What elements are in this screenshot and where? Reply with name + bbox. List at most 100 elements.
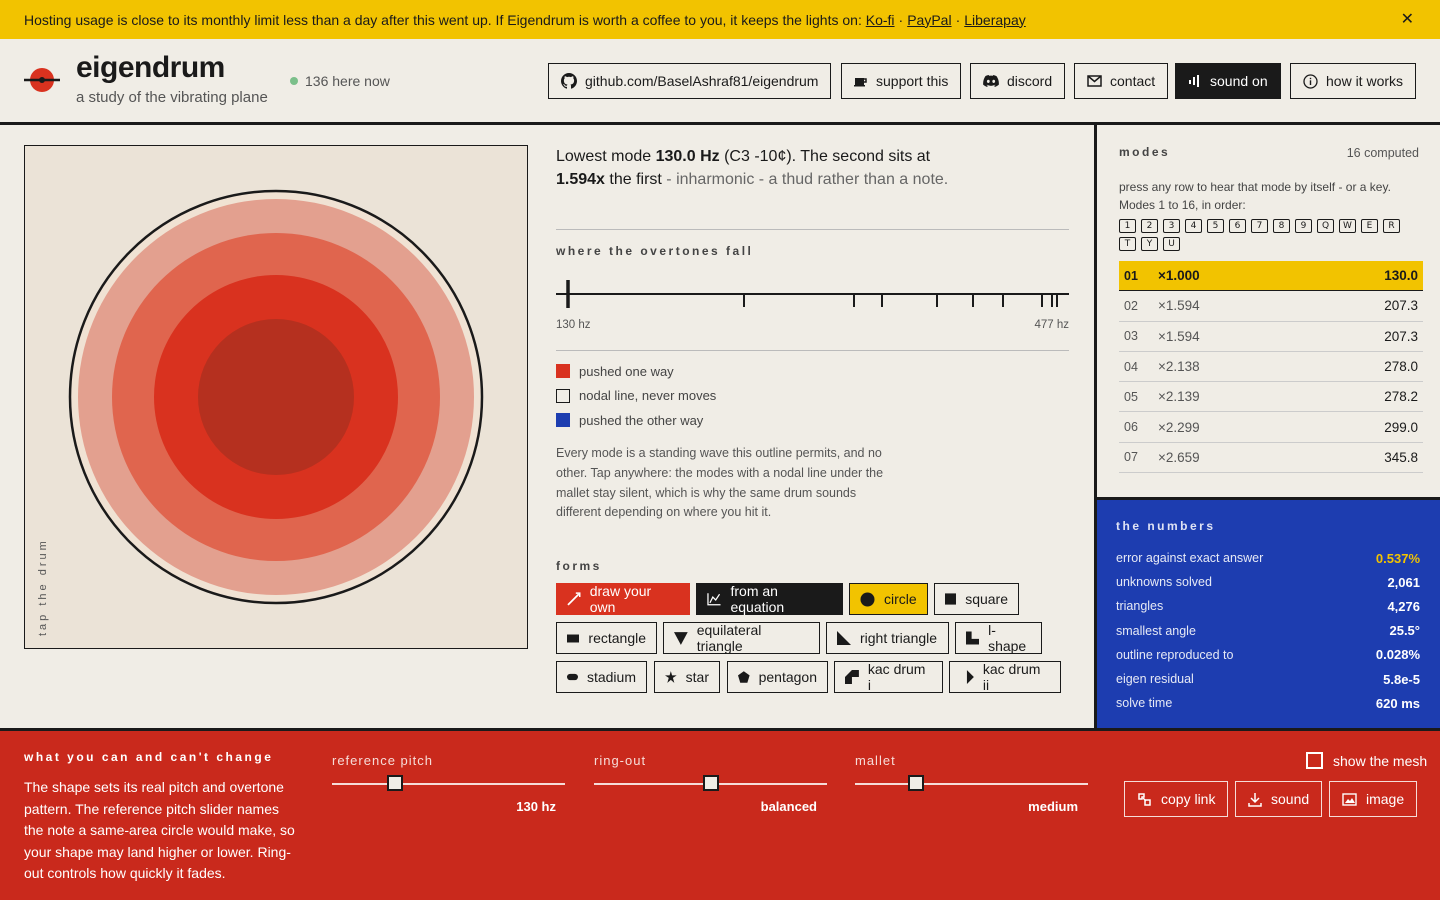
mode-key[interactable]: 8 (1273, 219, 1290, 233)
kofi-link[interactable]: Ko-fi (866, 12, 895, 28)
pentagon-shape-button[interactable]: pentagon (727, 661, 828, 693)
legend-item: nodal line, never moves (556, 384, 716, 409)
discord-button[interactable]: discord (970, 63, 1066, 99)
mode-key[interactable]: Y (1141, 237, 1158, 251)
ringout-slider-label: ring-out (594, 753, 647, 768)
draw-your-own-button[interactable]: draw your own (556, 583, 690, 615)
support-label: support this (876, 73, 949, 89)
circle-shape-button[interactable]: circle (849, 583, 928, 615)
mode-row[interactable]: 06 ×2.299 299.0 (1119, 412, 1423, 443)
summary-line2a: the first (604, 171, 662, 188)
mode-row[interactable]: 01 ×1.000 130.0 (1119, 261, 1423, 292)
l-shape-icon (966, 631, 980, 645)
mode-key[interactable]: E (1361, 219, 1378, 233)
mesh-checkbox[interactable] (1306, 752, 1323, 769)
kac-drum-i-button[interactable]: kac drum i (834, 661, 943, 693)
stat-label: smallest angle (1116, 623, 1196, 638)
stat-row: error against exact answer 0.537% (1116, 546, 1420, 570)
stat-label: solve time (1116, 696, 1173, 711)
equilateral-triangle-button[interactable]: equilateral triangle (663, 622, 820, 654)
stat-label: error against exact answer (1116, 551, 1264, 566)
mode-key[interactable]: T (1119, 237, 1136, 251)
mode-key[interactable]: R (1383, 219, 1400, 233)
pitch-slider-thumb[interactable] (386, 775, 403, 791)
mode-key[interactable]: W (1339, 219, 1356, 233)
modes-hint: press any row to hear that mode by itsel… (1119, 180, 1391, 212)
stat-row: outline reproduced to 0.028% (1116, 643, 1420, 667)
download-sound-button[interactable]: sound (1235, 781, 1323, 817)
github-button[interactable]: github.com/BaselAshraf81/eigendrum (548, 63, 832, 99)
paypal-link[interactable]: PayPal (907, 12, 951, 28)
l-shape-button[interactable]: l-shape (955, 622, 1042, 654)
stat-value: 0.028% (1375, 647, 1420, 663)
mode-frequency: 278.2 (1384, 389, 1418, 405)
overtone-ruler (556, 280, 1069, 308)
how-it-works-button[interactable]: how it works (1290, 63, 1417, 99)
form-label: rectangle (588, 630, 646, 646)
mode-key[interactable]: 9 (1295, 219, 1312, 233)
mallet-slider-thumb[interactable] (907, 775, 924, 791)
mode-key[interactable]: 6 (1229, 219, 1246, 233)
form-label: circle (884, 591, 917, 607)
liberapay-link[interactable]: Liberapay (964, 12, 1026, 28)
second-ratio: 1.594x (556, 171, 605, 188)
mode-row[interactable]: 02 ×1.594 207.3 (1119, 291, 1423, 322)
mallet-slider[interactable] (855, 783, 1088, 785)
legend-swatch (556, 364, 570, 379)
sound-download-label: sound (1271, 791, 1310, 807)
from-equation-button[interactable]: from an equation (696, 583, 843, 615)
stat-row: triangles 4,276 (1116, 594, 1420, 618)
stat-label: unknowns solved (1116, 575, 1212, 590)
mode-key[interactable]: 5 (1207, 219, 1224, 233)
online-dot-icon (290, 77, 298, 85)
square-shape-button[interactable]: square (934, 583, 1019, 615)
pitch-slider[interactable] (332, 783, 565, 785)
mode-key[interactable]: 3 (1163, 219, 1180, 233)
copy-link-button[interactable]: copy link (1124, 781, 1229, 817)
summary-text: Lowest mode 130.0 Hz (C3 -10¢). The seco… (556, 145, 1070, 191)
controls-title: what you can and can't change (24, 750, 274, 764)
coffee-icon (854, 78, 867, 87)
mode-row[interactable]: 05 ×2.139 278.2 (1119, 382, 1423, 413)
drum-canvas[interactable]: tap the drum (24, 145, 528, 649)
mode-number: 06 (1124, 420, 1138, 435)
legend-label: pushed one way (579, 363, 674, 379)
mallet-value: medium (1028, 799, 1078, 814)
close-icon[interactable]: ✕ (1401, 9, 1414, 29)
kac-drum-ii-button[interactable]: kac drum ii (949, 661, 1061, 693)
separator: · (898, 11, 904, 28)
support-button[interactable]: support this (841, 63, 962, 99)
mode-row[interactable]: 07 ×2.659 345.8 (1119, 443, 1423, 474)
mode-key[interactable]: Q (1317, 219, 1334, 233)
mode-ratio: ×1.594 (1158, 328, 1200, 344)
triangle-shape-icon (674, 631, 688, 645)
rectangle-shape-button[interactable]: rectangle (556, 622, 657, 654)
mode-key[interactable]: 2 (1141, 219, 1158, 233)
stat-label: eigen residual (1116, 672, 1194, 687)
mode-key[interactable]: 1 (1119, 219, 1136, 233)
mode-key[interactable]: 7 (1251, 219, 1268, 233)
modes-panel: modes 16 computed press any row to hear … (1094, 125, 1440, 498)
ruler-max-label: 477 hz (1034, 319, 1069, 331)
mode-ratio: ×1.594 (1158, 298, 1200, 314)
stadium-shape-button[interactable]: stadium (556, 661, 647, 693)
contact-button[interactable]: contact (1074, 63, 1169, 99)
star-shape-button[interactable]: star (654, 661, 720, 693)
stat-row: smallest angle 25.5° (1116, 619, 1420, 643)
discord-icon (983, 75, 999, 87)
form-label: equilateral triangle (696, 622, 762, 654)
stat-value: 4,276 (1387, 598, 1420, 614)
mode-row[interactable]: 03 ×1.594 207.3 (1119, 322, 1423, 352)
show-mesh-toggle[interactable]: show the mesh (1306, 752, 1427, 769)
mode-ratio: ×1.000 (1158, 268, 1200, 284)
mode-key[interactable]: 4 (1185, 219, 1202, 233)
right-triangle-button[interactable]: right triangle (826, 622, 949, 654)
mode-frequency: 207.3 (1384, 328, 1418, 344)
summary-line1a: Lowest mode (556, 148, 656, 165)
sound-toggle-button[interactable]: sound on (1175, 63, 1281, 99)
download-image-button[interactable]: image (1329, 781, 1418, 817)
mode-row[interactable]: 04 ×2.138 278.0 (1119, 352, 1423, 383)
mode-key[interactable]: U (1163, 237, 1180, 251)
controls-panel: what you can and can't change The shape … (0, 728, 1440, 900)
ringout-slider-thumb[interactable] (702, 775, 719, 791)
